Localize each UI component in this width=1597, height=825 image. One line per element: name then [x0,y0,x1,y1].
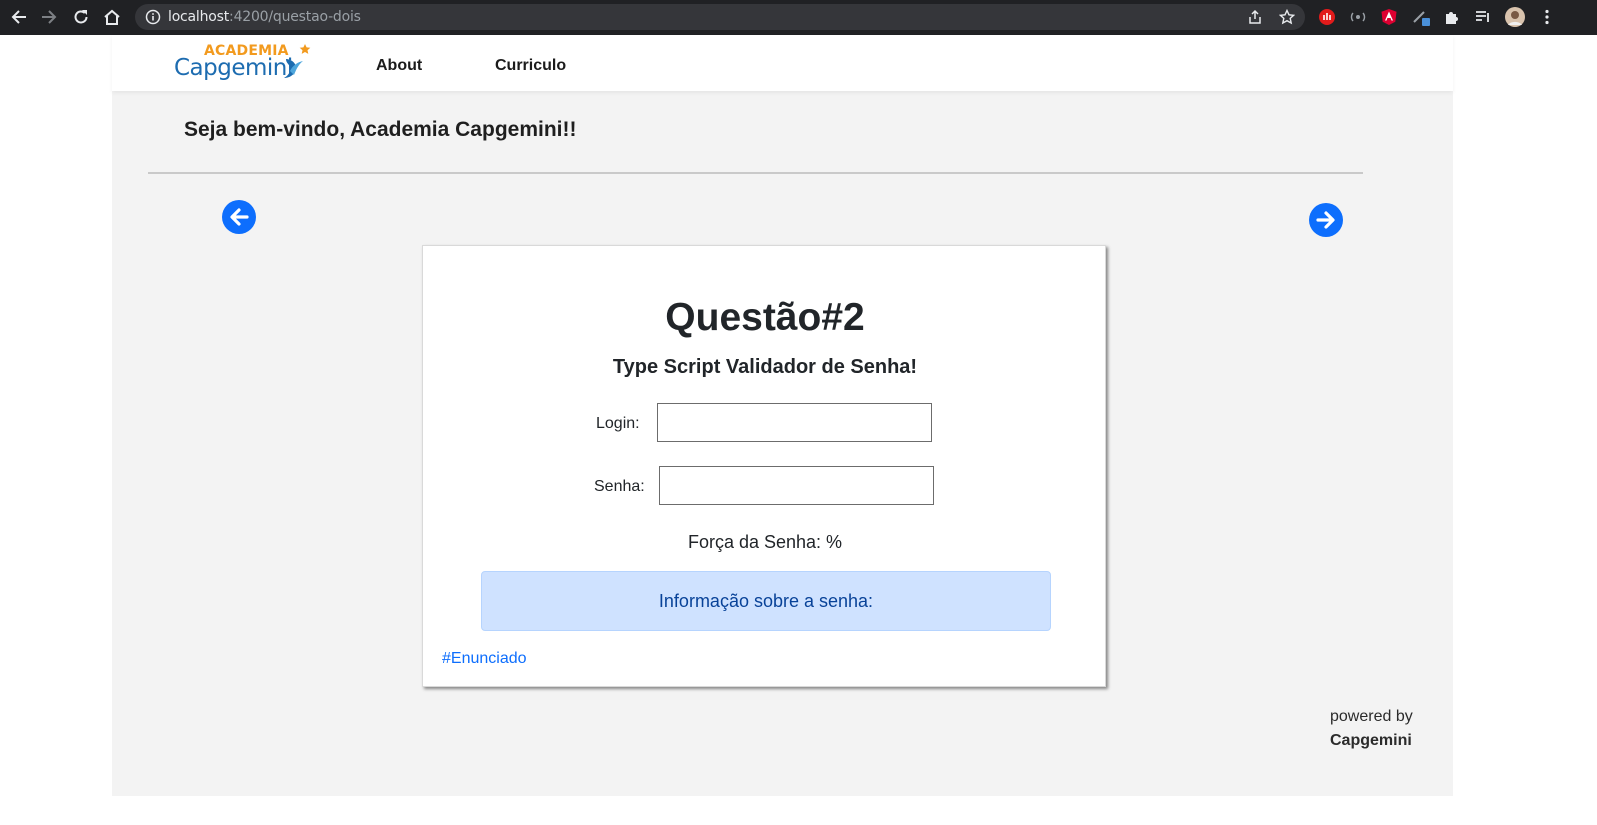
back-icon[interactable] [8,6,30,28]
password-strength-label: Força da Senha: % [687,532,843,552]
angular-icon[interactable] [1380,8,1398,26]
powered-by-text: powered by [1330,708,1413,725]
password-info-alert: Informação sobre a senha: [481,571,1051,631]
enunciado-link[interactable]: #Enunciado [442,650,527,668]
extension-redux-icon[interactable] [1349,8,1367,26]
forward-icon[interactable] [38,6,60,28]
top-navbar: ACADEMIA Capgemini About Curriculo [112,35,1453,91]
profile-avatar[interactable] [1505,7,1525,27]
star-icon[interactable] [1278,8,1296,25]
question-card: Questão#2 Type Script Validador de Senha… [422,245,1106,687]
logo-capgemini-text: Capgemini [174,55,293,81]
prev-question-button[interactable] [222,200,256,234]
arrow-left-circle-icon [230,208,249,226]
nav-link-about[interactable]: About [376,57,422,75]
card-title: Questão#2 [665,296,865,339]
url-host: localhost [168,9,230,25]
card-subtitle: Type Script Validador de Senha! [612,356,918,378]
app-page: ACADEMIA Capgemini About Curriculo Seja … [112,35,1453,796]
divider [148,172,1363,174]
nav-link-curriculo[interactable]: Curriculo [495,57,566,75]
extension-pen-icon[interactable] [1412,8,1430,26]
login-label: Login: [596,415,640,432]
url-text: localhost:4200/questao-dois [168,9,361,25]
browser-toolbar: localhost:4200/questao-dois [0,0,1597,35]
share-icon[interactable] [1247,9,1263,25]
address-bar[interactable]: localhost:4200/questao-dois [135,4,1305,30]
login-input[interactable] [657,403,932,442]
home-icon[interactable] [101,6,123,28]
password-strength: Força da Senha: % [423,532,1107,553]
powered-by-brand: Capgemini [1330,732,1412,749]
next-question-button[interactable] [1309,203,1343,237]
extension-red-icon[interactable] [1318,8,1336,26]
welcome-heading: Seja bem-vindo, Academia Capgemini!! [184,118,577,141]
password-info-text: Informação sobre a senha: [658,590,874,611]
extensions-icon[interactable] [1443,8,1461,26]
capgemini-logo[interactable]: ACADEMIA Capgemini [174,41,314,87]
more-icon[interactable] [1538,8,1556,26]
url-path: :4200/questao-dois [229,9,361,25]
password-label: Senha: [594,478,645,495]
reload-icon[interactable] [70,6,92,28]
reading-list-icon[interactable] [1474,8,1492,26]
logo-spade-mark-icon [284,44,311,78]
arrow-right-circle-icon [1316,211,1335,229]
password-input[interactable] [659,466,934,505]
powered-by: powered by Capgemini [1330,705,1413,753]
info-icon[interactable] [145,9,161,25]
